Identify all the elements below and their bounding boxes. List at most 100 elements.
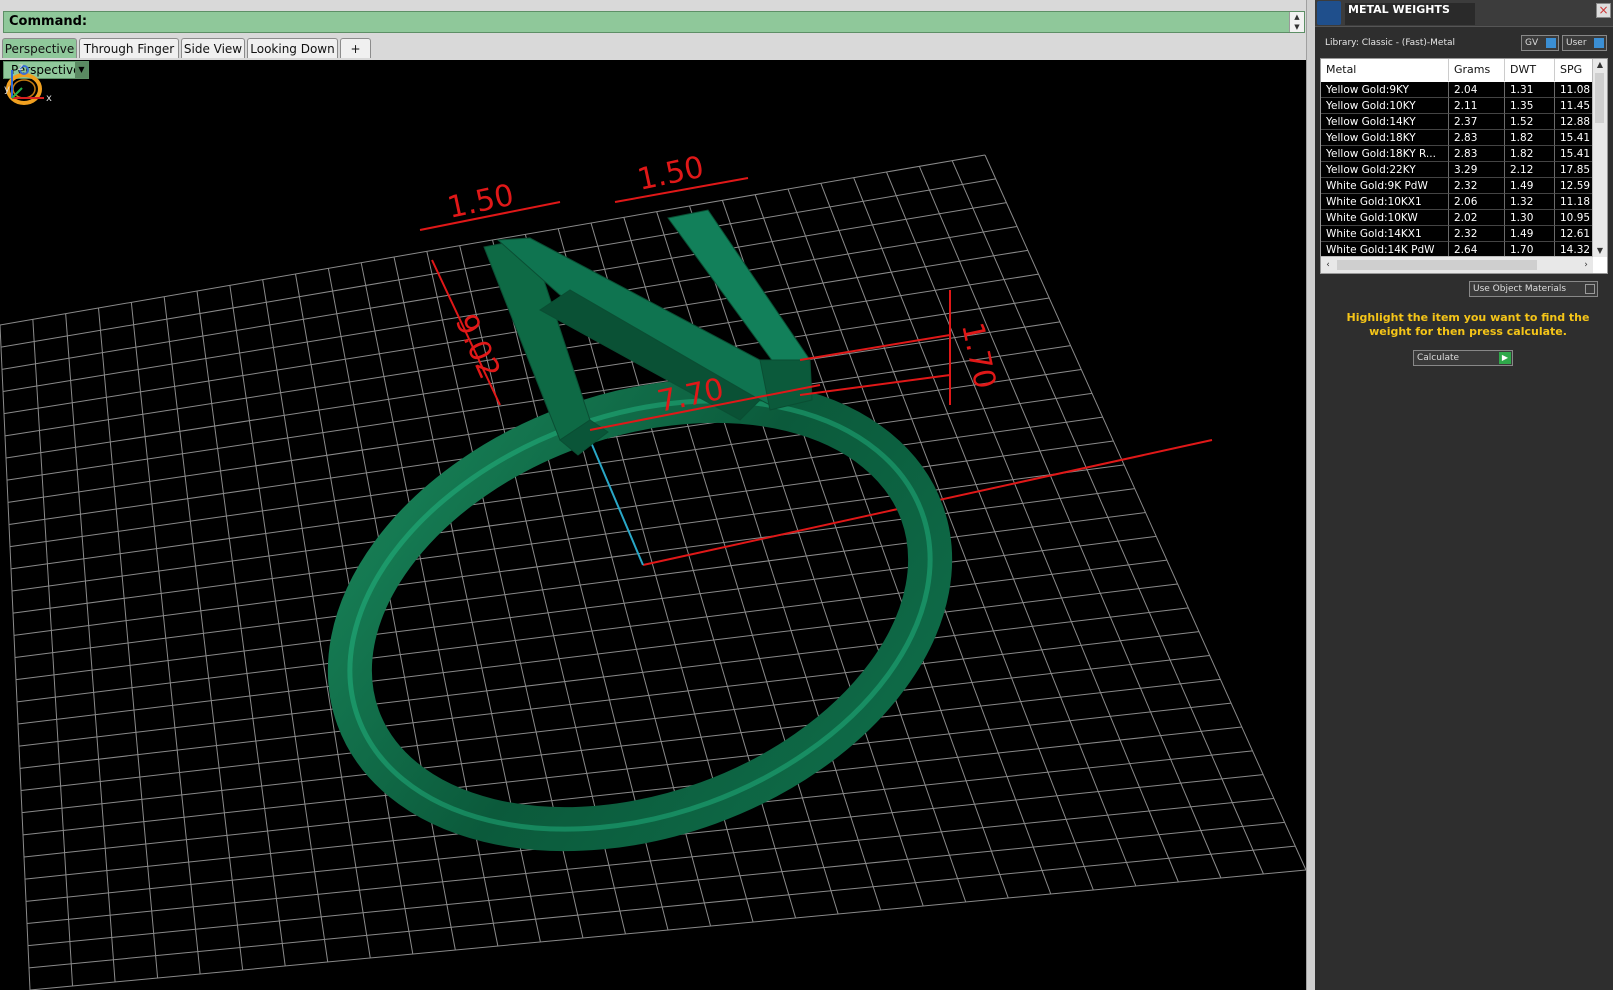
cell-dwt: 1.30 (1505, 210, 1555, 226)
cell-dwt: 1.35 (1505, 98, 1555, 114)
cell-metal: Yellow Gold:18KY R... (1321, 146, 1449, 162)
cell-dwt: 1.82 (1505, 146, 1555, 162)
table-row[interactable]: Yellow Gold:18KY 2.83 1.82 15.41 (1321, 130, 1593, 146)
calculate-label: Calculate (1417, 353, 1460, 363)
cell-grams: 2.83 (1449, 130, 1505, 146)
scroll-thumb[interactable] (1595, 73, 1604, 123)
command-scroll[interactable]: ▲ ▼ (1289, 12, 1304, 32)
cell-spg: 11.08 (1555, 82, 1593, 98)
cell-dwt: 1.32 (1505, 194, 1555, 210)
cell-dwt: 1.31 (1505, 82, 1555, 98)
use-object-materials-label: Use Object Materials (1473, 284, 1567, 294)
tab-perspective[interactable]: Perspective (2, 38, 77, 58)
table-row[interactable]: White Gold:10KX1 2.06 1.32 11.18 (1321, 194, 1593, 210)
user-toggle-label: User (1566, 38, 1587, 48)
table-row[interactable]: Yellow Gold:10KY 2.11 1.35 11.45 (1321, 98, 1593, 114)
calculate-button[interactable]: Calculate ▶ (1413, 350, 1513, 366)
cell-grams: 2.32 (1449, 226, 1505, 242)
metal-weights-panel: METAL WEIGHTS × Library: Classic - (Fast… (1315, 0, 1613, 990)
cell-spg: 15.41 (1555, 130, 1593, 146)
tab-through-finger[interactable]: Through Finger (79, 38, 179, 58)
cell-spg: 15.41 (1555, 146, 1593, 162)
user-toggle[interactable]: User (1562, 35, 1607, 51)
play-icon: ▶ (1499, 352, 1511, 364)
hint-text: Highlight the item you want to find the … (1346, 311, 1590, 338)
horizontal-scrollbar[interactable]: ‹ › (1321, 256, 1593, 273)
axis-y-label: y (4, 84, 10, 95)
library-label: Library: Classic - (Fast)-Metal (1325, 38, 1456, 48)
panel-header: METAL WEIGHTS × (1315, 0, 1613, 27)
cell-grams: 2.83 (1449, 146, 1505, 162)
cell-dwt: 1.49 (1505, 178, 1555, 194)
panel-splitter[interactable] (1306, 0, 1315, 990)
cell-metal: White Gold:14KX1 (1321, 226, 1449, 242)
add-tab-button[interactable]: + (340, 38, 371, 58)
tab-side-view[interactable]: Side View (181, 38, 245, 58)
hscroll-thumb[interactable] (1337, 260, 1537, 270)
app-logo-icon (1317, 1, 1341, 25)
cell-dwt: 2.12 (1505, 162, 1555, 178)
cell-dwt: 1.52 (1505, 114, 1555, 130)
scroll-up-icon[interactable]: ▲ (1593, 59, 1607, 71)
cell-spg: 11.18 (1555, 194, 1593, 210)
cell-spg: 12.88 (1555, 114, 1593, 130)
use-object-materials-toggle[interactable]: Use Object Materials (1469, 281, 1598, 297)
dim-label-3: 9.02 (448, 309, 507, 384)
cell-spg: 17.85 (1555, 162, 1593, 178)
cell-metal: Yellow Gold:10KY (1321, 98, 1449, 114)
cell-grams: 2.11 (1449, 98, 1505, 114)
table-row[interactable]: Yellow Gold:22KY 3.29 2.12 17.85 (1321, 162, 1593, 178)
scroll-left-icon[interactable]: ‹ (1321, 257, 1335, 273)
cell-metal: White Gold:10KX1 (1321, 194, 1449, 210)
cell-grams: 2.02 (1449, 210, 1505, 226)
scroll-down-icon[interactable]: ▼ (1593, 245, 1607, 257)
cell-metal: Yellow Gold:9KY (1321, 82, 1449, 98)
dim-label-1: 1.50 (444, 178, 517, 226)
table-header: Metal Grams DWT SPG (1321, 59, 1593, 81)
cell-grams: 2.32 (1449, 178, 1505, 194)
cell-grams: 2.06 (1449, 194, 1505, 210)
tab-looking-down[interactable]: Looking Down (247, 38, 338, 58)
panel-title: METAL WEIGHTS (1345, 3, 1475, 25)
cell-metal: White Gold:9K PdW (1321, 178, 1449, 194)
column-header-spg[interactable]: SPG (1555, 59, 1593, 81)
table-row[interactable]: Yellow Gold:14KY 2.37 1.52 12.88 (1321, 114, 1593, 130)
close-icon[interactable]: × (1596, 3, 1611, 18)
cell-spg: 12.59 (1555, 178, 1593, 194)
gv-toggle-label: GV (1525, 38, 1539, 48)
axis-gizmo: z y x (4, 62, 52, 104)
view-tabs: Perspective Through Finger Side View Loo… (0, 38, 1306, 60)
column-header-grams[interactable]: Grams (1449, 59, 1505, 81)
column-header-dwt[interactable]: DWT (1505, 59, 1555, 81)
cell-spg: 12.61 (1555, 226, 1593, 242)
scroll-right-icon[interactable]: › (1579, 257, 1593, 273)
table-row[interactable]: Yellow Gold:18KY R... 2.83 1.82 15.41 (1321, 146, 1593, 162)
cell-grams: 2.37 (1449, 114, 1505, 130)
cell-grams: 2.04 (1449, 82, 1505, 98)
vertical-scrollbar[interactable]: ▲ ▼ (1592, 59, 1607, 257)
command-bar[interactable]: Command: ▲ ▼ (3, 11, 1305, 33)
cell-metal: Yellow Gold:14KY (1321, 114, 1449, 130)
gv-toggle[interactable]: GV (1521, 35, 1559, 51)
ring-band (327, 378, 953, 852)
cell-spg: 10.95 (1555, 210, 1593, 226)
cell-grams: 3.29 (1449, 162, 1505, 178)
cell-dwt: 1.82 (1505, 130, 1555, 146)
table-row[interactable]: White Gold:10KW 2.02 1.30 10.95 (1321, 210, 1593, 226)
scene: 1.50 1.50 9.02 7.70 1.70 (0, 150, 1306, 990)
chevron-down-icon: ▼ (75, 62, 88, 78)
table-row[interactable]: White Gold:9K PdW 2.32 1.49 12.59 (1321, 178, 1593, 194)
table-row[interactable]: Yellow Gold:9KY 2.04 1.31 11.08 (1321, 82, 1593, 98)
command-label: Command: (9, 14, 88, 29)
cell-dwt: 1.49 (1505, 226, 1555, 242)
axis-z-label: z (18, 62, 23, 73)
axis-x-label: x (46, 93, 52, 104)
column-header-metal[interactable]: Metal (1321, 59, 1449, 81)
table-row[interactable]: White Gold:14KX1 2.32 1.49 12.61 (1321, 226, 1593, 242)
3d-viewport[interactable]: 1.50 1.50 9.02 7.70 1.70 Perspective ▼ z… (0, 60, 1306, 990)
metal-table[interactable]: Metal Grams DWT SPG Yellow Gold:9KY 2.04 1… (1320, 58, 1608, 274)
grid-plane (0, 154, 1306, 990)
cell-metal: Yellow Gold:18KY (1321, 130, 1449, 146)
cell-spg: 11.45 (1555, 98, 1593, 114)
dim-label-5: 1.70 (954, 319, 1002, 392)
